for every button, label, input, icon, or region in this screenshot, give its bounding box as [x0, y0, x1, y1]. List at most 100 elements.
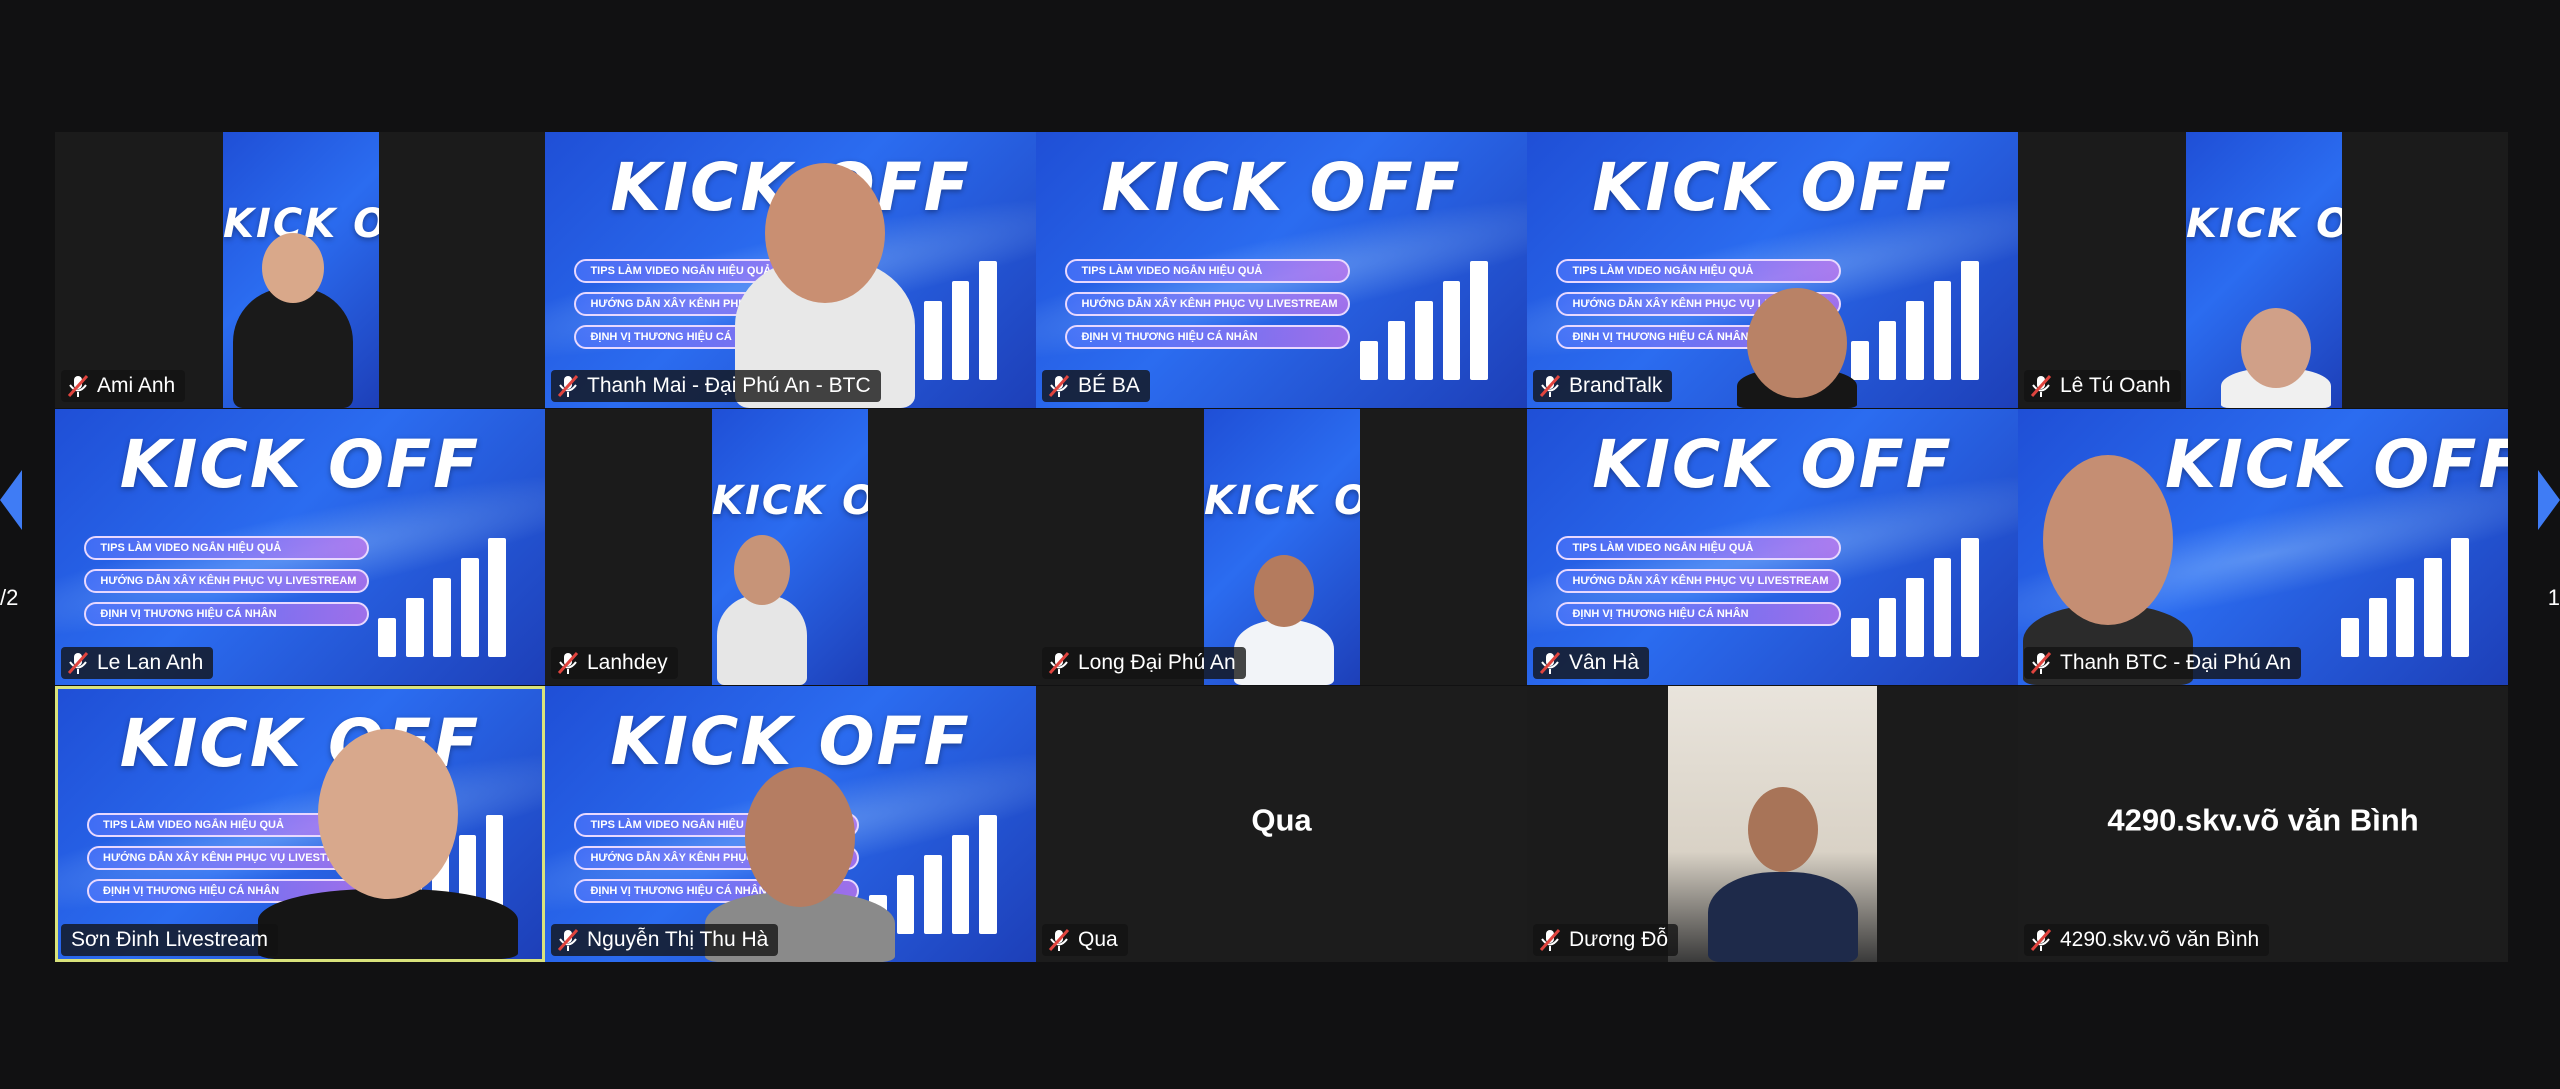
- slide-items: TIPS LÀM VIDEO NGẮN HIỆU QUẢ HƯỚNG DẪN X…: [1065, 258, 1351, 358]
- participant-tile[interactable]: 4290.skv.võ văn Bình 4290.skv.võ văn Bìn…: [2018, 686, 2508, 962]
- mic-muted-icon: [1048, 651, 1070, 675]
- previous-page-label: /2: [0, 585, 19, 610]
- video-feed: KICK OFF TIPS LÀM VIDEO NGẮN HIỆU QUẢ HƯ…: [545, 132, 1036, 408]
- growth-chart-icon: [1851, 525, 1988, 658]
- active-speaker-tile[interactable]: KICK OFF TIPS LÀM VIDEO NGẮN HIỆU QUẢ HƯ…: [55, 686, 545, 962]
- next-page-label: 1: [2547, 585, 2560, 610]
- participant-name-tag: Vân Hà: [1533, 647, 1650, 679]
- mic-muted-icon: [557, 651, 579, 675]
- participant-tile[interactable]: KICK OFF TIPS LÀM VIDEO NGẮN HIỆU QUẢ HƯ…: [545, 686, 1036, 962]
- chevron-left-icon: [0, 470, 22, 530]
- participant-display-name: Qua: [1251, 802, 1312, 838]
- participant-tile[interactable]: KICK OFF Ami Anh: [55, 132, 545, 408]
- participant-video: [258, 729, 518, 959]
- mic-muted-icon: [557, 928, 579, 952]
- slide-title: KICK OFF: [1592, 425, 1953, 503]
- participant-video: [1737, 288, 1857, 408]
- participant-tile[interactable]: KICK OFF TIPS LÀM VIDEO NGẮN HIỆU QUẢ HƯ…: [545, 132, 1036, 408]
- mic-muted-icon: [1539, 651, 1561, 675]
- participant-video: [717, 535, 807, 685]
- video-feed: KICK OFF TIPS LÀM VIDEO NGẮN HIỆU QUẢ HƯ…: [545, 686, 1036, 962]
- video-feed: KICK OFF: [712, 409, 868, 685]
- slide-title: KICK OFF: [119, 705, 481, 783]
- slide-items: TIPS LÀM VIDEO NGẮN HIỆU QUẢ HƯỚNG DẪN X…: [1556, 535, 1842, 635]
- participant-name-tag: Dương Đỗ: [1533, 924, 1679, 956]
- participant-tile[interactable]: KICK OFF Lê Tú Oanh: [2018, 132, 2508, 408]
- video-feed: KICK OFF TIPS LÀM VIDEO NGẮN HIỆU QUẢ HƯ…: [55, 409, 545, 685]
- slide-items: TIPS LÀM VIDEO NGẮN HIỆU QUẢ HƯỚNG DẪN X…: [84, 535, 369, 635]
- previous-page-button[interactable]: [0, 470, 22, 530]
- mic-muted-icon: [67, 374, 89, 398]
- mic-muted-icon: [2030, 374, 2052, 398]
- participant-name: Qua: [1078, 928, 1118, 951]
- video-feed: KICK OFF: [2018, 409, 2508, 685]
- participant-video: [1708, 787, 1858, 962]
- participant-name: Lanhdey: [587, 651, 668, 674]
- participant-name: BrandTalk: [1569, 374, 1663, 397]
- video-feed: KICK OFF: [1204, 409, 1360, 685]
- participant-name-tag: Ami Anh: [61, 370, 186, 402]
- video-feed: KICK OFF: [2186, 132, 2342, 408]
- participant-name-tag: 4290.skv.võ văn Bình: [2024, 924, 2270, 956]
- participant-video: [1234, 555, 1334, 685]
- participant-name-tag: Lê Tú Oanh: [2024, 370, 2181, 402]
- participant-tile[interactable]: KICK OFF TIPS LÀM VIDEO NGẮN HIỆU QUẢ HƯ…: [1527, 409, 2018, 685]
- slide-title: KICK OFF: [2165, 425, 2508, 503]
- mic-muted-icon: [1048, 374, 1070, 398]
- growth-chart-icon: [378, 525, 515, 658]
- mic-muted-icon: [67, 651, 89, 675]
- slide-title: KICK OFF: [712, 478, 868, 524]
- participant-video: [2221, 308, 2331, 408]
- participant-name-tag: Thanh Mai - Đại Phú An - BTC: [551, 370, 881, 402]
- participant-name: Nguyễn Thị Thu Hà: [587, 928, 769, 951]
- mic-muted-icon: [1539, 928, 1561, 952]
- participant-tile[interactable]: KICK OFF TIPS LÀM VIDEO NGẮN HIỆU QUẢ HƯ…: [1527, 132, 2018, 408]
- participant-name-tag: Qua: [1042, 924, 1128, 956]
- slide-title: KICK OFF: [2186, 201, 2342, 247]
- participant-name-tag: Long Đại Phú An: [1042, 647, 1246, 679]
- participant-name: Le Lan Anh: [97, 651, 204, 674]
- mic-muted-icon: [1048, 928, 1070, 952]
- video-feed: KICK OFF TIPS LÀM VIDEO NGẮN HIỆU QUẢ HƯ…: [1527, 409, 2018, 685]
- video-feed: KICK OFF TIPS LÀM VIDEO NGẮN HIỆU QUẢ HƯ…: [1527, 132, 2018, 408]
- video-feed: KICK OFF: [223, 132, 379, 408]
- growth-chart-icon: [2341, 525, 2478, 658]
- slide-title: KICK OFF: [1204, 478, 1360, 524]
- video-feed: KICK OFF TIPS LÀM VIDEO NGẮN HIỆU QUẢ HƯ…: [58, 689, 542, 959]
- participant-tile[interactable]: Qua Qua: [1036, 686, 1527, 962]
- participant-tile[interactable]: KICK OFF TIPS LÀM VIDEO NGẮN HIỆU QUẢ HƯ…: [55, 409, 545, 685]
- participant-name: Dương Đỗ: [1569, 928, 1669, 951]
- mic-muted-icon: [1539, 374, 1561, 398]
- mic-muted-icon: [557, 374, 579, 398]
- participant-name: Sơn Đinh Livestream: [71, 928, 269, 951]
- participant-name: Long Đại Phú An: [1078, 651, 1236, 674]
- next-page-button[interactable]: [2538, 470, 2560, 530]
- growth-chart-icon: [1360, 248, 1497, 381]
- slide-title: KICK OFF: [1101, 148, 1462, 226]
- participant-tile[interactable]: KICK OFF TIPS LÀM VIDEO NGẮN HIỆU QUẢ HƯ…: [1036, 132, 1527, 408]
- mic-muted-icon: [2030, 651, 2052, 675]
- participant-name-tag: Thanh BTC - Đại Phú An: [2024, 647, 2302, 679]
- video-feed: KICK OFF TIPS LÀM VIDEO NGẮN HIỆU QUẢ HƯ…: [1036, 132, 1527, 408]
- participant-tile[interactable]: KICK OFF Long Đại Phú An: [1036, 409, 1527, 685]
- growth-chart-icon: [1851, 248, 1988, 381]
- participant-video: [233, 233, 353, 408]
- participant-name: Thanh Mai - Đại Phú An - BTC: [587, 374, 871, 397]
- slide-title: KICK OFF: [1592, 148, 1953, 226]
- slide-title: KICK OFF: [119, 425, 481, 503]
- participant-tile[interactable]: Dương Đỗ: [1527, 686, 2018, 962]
- participant-name-tag: Sơn Đinh Livestream: [61, 924, 279, 956]
- participant-name: BÉ BA: [1078, 374, 1140, 397]
- participant-name-tag: BrandTalk: [1533, 370, 1673, 402]
- video-feed: [1668, 686, 1877, 962]
- participant-tile[interactable]: KICK OFF Thanh BTC - Đại Phú An: [2018, 409, 2508, 685]
- participant-name: Lê Tú Oanh: [2060, 374, 2171, 397]
- participant-name-tag: BÉ BA: [1042, 370, 1150, 402]
- participant-name-tag: Nguyễn Thị Thu Hà: [551, 924, 779, 956]
- participant-name-tag: Lanhdey: [551, 647, 678, 679]
- participant-tile[interactable]: KICK OFF Lanhdey: [545, 409, 1036, 685]
- participant-name: Vân Hà: [1569, 651, 1640, 674]
- chevron-right-icon: [2538, 470, 2560, 530]
- mic-muted-icon: [2030, 928, 2052, 952]
- participant-name: Thanh BTC - Đại Phú An: [2060, 651, 2292, 674]
